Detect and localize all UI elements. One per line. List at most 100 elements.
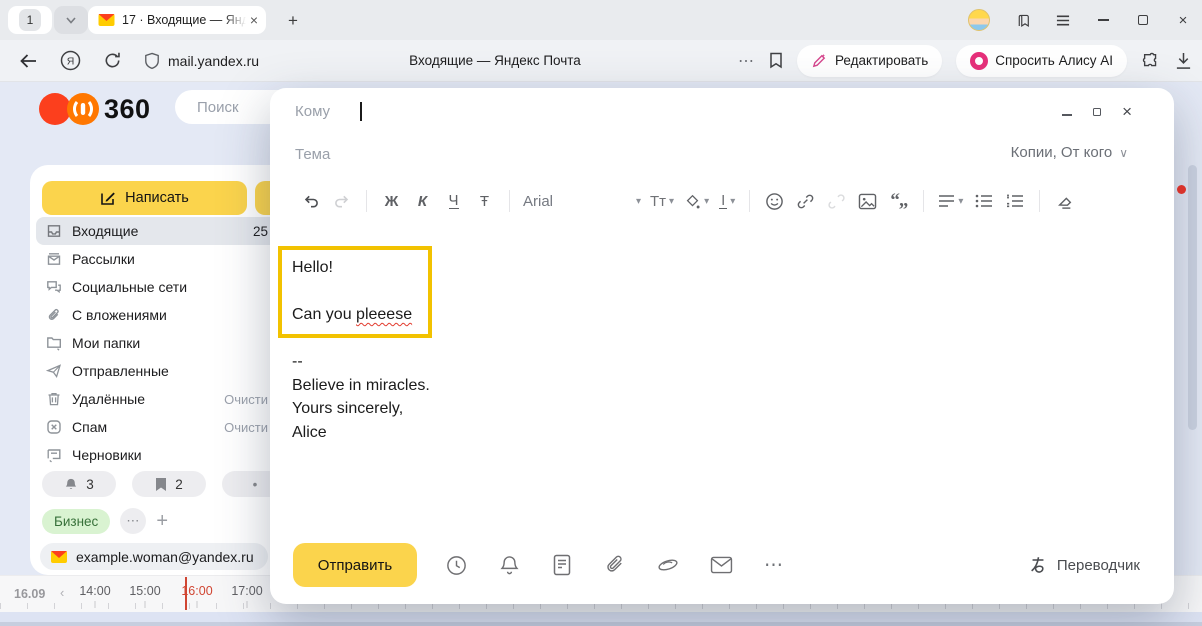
chevron-down-icon: ▾ <box>636 196 641 207</box>
text-color-dropdown[interactable]: I ▾ <box>719 193 735 209</box>
sidebar-item-attachments[interactable]: С вложениями <box>36 301 286 329</box>
subject-label: Тема <box>295 146 330 163</box>
timeline-date: 16.09 <box>14 587 45 601</box>
paper-plane-icon <box>46 363 62 379</box>
edit-page-button[interactable]: Редактировать <box>797 45 942 77</box>
quote-icon[interactable]: “„ <box>883 188 914 214</box>
paperclip-icon <box>46 307 62 323</box>
ask-alice-label: Спросить Алису AI <box>995 53 1113 68</box>
menu-icon[interactable] <box>1056 14 1070 27</box>
chevron-down-icon: ▾ <box>669 196 674 207</box>
yandex-360-logo[interactable]: 360 <box>38 92 151 126</box>
signature-line: Yours sincerely, <box>292 397 430 421</box>
compose-close-button[interactable]: × <box>1122 102 1132 122</box>
clear-folder-link[interactable]: Очисти <box>224 420 268 435</box>
misspelled-word: pleeese <box>356 306 412 323</box>
bullet-list-icon[interactable] <box>968 188 999 214</box>
address-bar[interactable]: mail.yandex.ru <box>144 52 259 70</box>
folder-label: Социальные сети <box>72 279 268 295</box>
compose-minimize-button[interactable] <box>1062 103 1072 121</box>
edit-page-label: Редактировать <box>835 53 928 68</box>
sidebar-item-drafts[interactable]: Черновики <box>36 441 286 469</box>
signature-line: Alice <box>292 421 430 445</box>
yandex-disk-icon[interactable] <box>655 552 681 578</box>
sidebar-item-inbox[interactable]: Входящие 25 <box>36 217 286 245</box>
bookmarks-pill[interactable]: 2 <box>132 471 206 497</box>
page-title: Входящие — Яндекс Почта <box>400 53 590 68</box>
tab-list-chevron[interactable] <box>54 6 88 34</box>
sidebar-item-social[interactable]: Социальные сети <box>36 273 286 301</box>
compose-more-icon[interactable]: ⋯ <box>761 552 787 578</box>
add-tag-button[interactable]: + <box>156 510 168 533</box>
tab-counter[interactable]: 1 <box>8 6 88 34</box>
sidebar-item-sent[interactable]: Отправленные <box>36 357 286 385</box>
unlink-icon[interactable] <box>821 188 852 214</box>
extensions-puzzle-icon[interactable] <box>1141 51 1161 71</box>
chevron-down-icon <box>66 17 76 24</box>
window-maximize-button[interactable] <box>1136 15 1150 25</box>
sidebar-item-spam[interactable]: Спам Очисти <box>36 413 286 441</box>
sidebar-item-my-folders[interactable]: Мои папки <box>36 329 286 357</box>
strikethrough-button[interactable]: Ŧ <box>469 188 500 214</box>
emoji-icon[interactable] <box>759 188 790 214</box>
page-scrollbar[interactable] <box>1188 165 1197 430</box>
redo-icon[interactable] <box>326 188 357 214</box>
folder-label: С вложениями <box>72 307 268 323</box>
template-document-icon[interactable] <box>549 552 575 578</box>
timeline-back-chevron[interactable]: ‹ <box>60 585 64 600</box>
link-icon[interactable] <box>790 188 821 214</box>
reminders-pill[interactable]: 3 <box>42 471 116 497</box>
font-size-dropdown[interactable]: Tт ▾ <box>650 193 674 210</box>
tag-more-button[interactable]: ⋯ <box>120 508 146 534</box>
tab-close-icon[interactable]: × <box>250 12 258 28</box>
bold-button[interactable]: Ж <box>376 188 407 214</box>
back-icon[interactable] <box>18 52 38 70</box>
send-button[interactable]: Отправить <box>293 543 417 587</box>
italic-button[interactable]: К <box>407 188 438 214</box>
highlight-color-dropdown[interactable]: ▾ <box>684 193 709 210</box>
toolbar-more-icon[interactable]: ⋯ <box>738 51 755 71</box>
subject-row[interactable]: Тема Копии, От кого ∨ <box>270 134 1174 174</box>
ask-alice-button[interactable]: Спросить Алису AI <box>956 45 1127 77</box>
bottom-scroll-strip[interactable] <box>0 612 1202 626</box>
tab-counter-box[interactable]: 1 <box>8 6 52 34</box>
message-body-editor[interactable]: Hello! Can you pleeese -- Believe in mir… <box>270 234 1174 532</box>
sidebar-item-trash[interactable]: Удалённые Очисти <box>36 385 286 413</box>
bookmark-icon[interactable] <box>769 52 783 69</box>
align-dropdown[interactable]: ▾ <box>938 194 963 208</box>
mail-logo-icon <box>98 13 115 27</box>
bookmarks-count: 2 <box>175 477 183 492</box>
profile-avatar[interactable] <box>968 9 990 31</box>
reload-icon[interactable] <box>103 51 122 70</box>
yandex-home-icon[interactable]: Я <box>60 50 81 71</box>
attach-file-paperclip-icon[interactable] <box>602 552 628 578</box>
cc-from-toggle[interactable]: Копии, От кого ∨ <box>1011 144 1128 161</box>
folder-label: Рассылки <box>72 251 268 267</box>
side-panels-icon[interactable] <box>1016 12 1030 29</box>
compose-button[interactable]: Написать <box>42 181 247 215</box>
numbered-list-icon[interactable] <box>999 188 1030 214</box>
window-minimize-button[interactable] <box>1096 19 1110 21</box>
insert-image-icon[interactable] <box>852 188 883 214</box>
recipient-row[interactable]: Кому × <box>270 88 1174 134</box>
notify-bell-icon[interactable] <box>496 552 522 578</box>
translate-icon <box>1028 555 1048 575</box>
logo-360-text: 360 <box>104 94 151 125</box>
active-tab[interactable]: 17 · Входящие — Яндек × <box>88 6 266 34</box>
downloads-icon[interactable] <box>1175 52 1192 70</box>
screen: 1 17 · Входящие — Яндек × + × <box>0 0 1202 626</box>
sidebar-item-newsletters[interactable]: Рассылки <box>36 245 286 273</box>
font-family-dropdown[interactable]: Arial ▾ <box>523 193 641 210</box>
underline-button[interactable]: Ч <box>438 188 469 214</box>
attach-from-mail-envelope-icon[interactable] <box>708 552 734 578</box>
tag-business[interactable]: Бизнес <box>42 509 110 534</box>
account-switcher[interactable]: example.woman@yandex.ru <box>40 543 268 570</box>
new-tab-button[interactable]: + <box>280 8 306 34</box>
undo-icon[interactable] <box>295 188 326 214</box>
clear-formatting-eraser-icon[interactable] <box>1049 188 1080 214</box>
translator-button[interactable]: Переводчик <box>1028 555 1140 575</box>
schedule-send-clock-icon[interactable] <box>443 552 469 578</box>
window-close-button[interactable]: × <box>1176 12 1190 29</box>
clear-folder-link[interactable]: Очисти <box>224 392 268 407</box>
compose-maximize-button[interactable] <box>1093 103 1101 121</box>
